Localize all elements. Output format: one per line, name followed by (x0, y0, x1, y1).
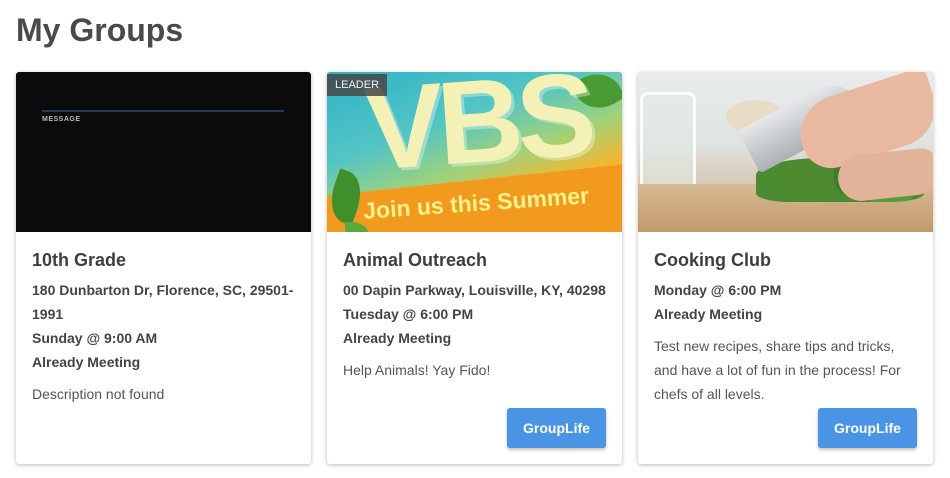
group-image-cooking-photo[interactable] (638, 72, 933, 232)
group-name: Animal Outreach (343, 250, 488, 270)
grouplife-button[interactable]: GroupLife (818, 408, 917, 448)
group-status: Already Meeting (32, 354, 141, 370)
jar-shape (640, 92, 696, 192)
group-name: Cooking Club (654, 250, 771, 270)
group-card-10th-grade[interactable]: MESSAGE 10th Grade 180 Dunbarton Dr, Flo… (16, 72, 311, 464)
group-schedule: Monday @ 6:00 PM (654, 282, 782, 298)
page-title: My Groups (16, 12, 184, 48)
image-overlay-text: MESSAGE (42, 116, 81, 123)
group-card-animal-outreach[interactable]: VBS Join us this Summer LEADER Animal Ou… (327, 72, 622, 464)
group-description: Description not found (32, 386, 165, 402)
group-address: 00 Dapin Parkway, Louisville, KY, 40298 (343, 282, 606, 298)
group-description: Help Animals! Yay Fido! (343, 362, 491, 378)
video-progress-line (42, 110, 284, 112)
leader-badge: LEADER (327, 74, 388, 96)
grouplife-button[interactable]: GroupLife (507, 408, 606, 448)
group-status: Already Meeting (654, 306, 763, 322)
group-image-vbs-banner[interactable]: VBS Join us this Summer LEADER (327, 72, 622, 232)
group-description: Test new recipes, share tips and tricks,… (654, 338, 901, 402)
group-name: 10th Grade (32, 250, 127, 270)
group-card-cooking-club[interactable]: Cooking Club Monday @ 6:00 PM Already Me… (638, 72, 933, 464)
group-image-video-frame[interactable]: MESSAGE (16, 72, 311, 232)
group-address: 180 Dunbarton Dr, Florence, SC, 29501-19… (32, 282, 294, 322)
group-schedule: Sunday @ 9:00 AM (32, 330, 158, 346)
group-schedule: Tuesday @ 6:00 PM (343, 306, 474, 322)
group-status: Already Meeting (343, 330, 452, 346)
